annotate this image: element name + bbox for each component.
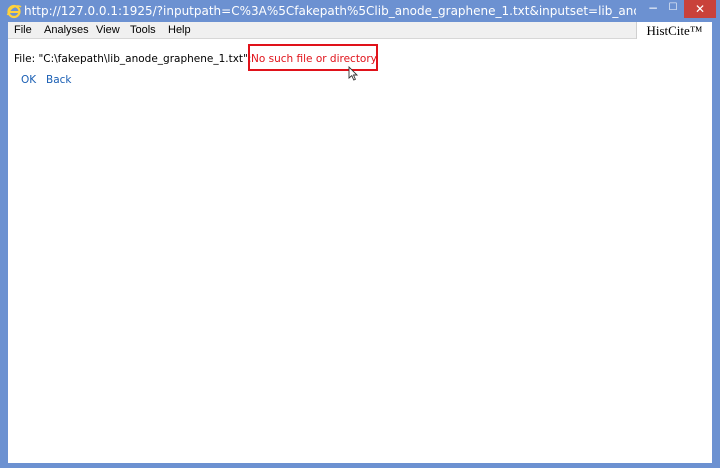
- page-content-area: File Analyses View Tools Help HistCite™ …: [8, 22, 712, 463]
- window-title: http://127.0.0.1:1925/?inputpath=C%3A%5C…: [24, 4, 636, 18]
- close-button[interactable]: ✕: [684, 0, 716, 18]
- error-message: No such file or directory: [251, 53, 377, 65]
- menu-analyses[interactable]: Analyses: [44, 24, 89, 37]
- file-path-text: File: "C:\fakepath\lib_anode_graphene_1.…: [14, 53, 252, 65]
- maximize-button[interactable]: ☐: [664, 1, 682, 17]
- menu-view[interactable]: View: [96, 24, 120, 37]
- histcite-brand: HistCite™: [636, 22, 712, 39]
- minimize-button[interactable]: −: [644, 1, 662, 17]
- menu-bar: File Analyses View Tools Help HistCite™: [8, 22, 712, 39]
- back-link[interactable]: Back: [46, 73, 72, 87]
- menu-help[interactable]: Help: [168, 24, 191, 37]
- menu-file[interactable]: File: [14, 24, 32, 37]
- title-bar[interactable]: http://127.0.0.1:1925/?inputpath=C%3A%5C…: [0, 0, 720, 22]
- menu-tools[interactable]: Tools: [130, 24, 156, 37]
- ok-link[interactable]: OK: [21, 73, 36, 87]
- mouse-pointer-icon: [348, 65, 360, 82]
- window-bottom-border: [0, 463, 720, 468]
- internet-explorer-icon: [6, 3, 22, 19]
- browser-window: http://127.0.0.1:1925/?inputpath=C%3A%5C…: [0, 0, 720, 468]
